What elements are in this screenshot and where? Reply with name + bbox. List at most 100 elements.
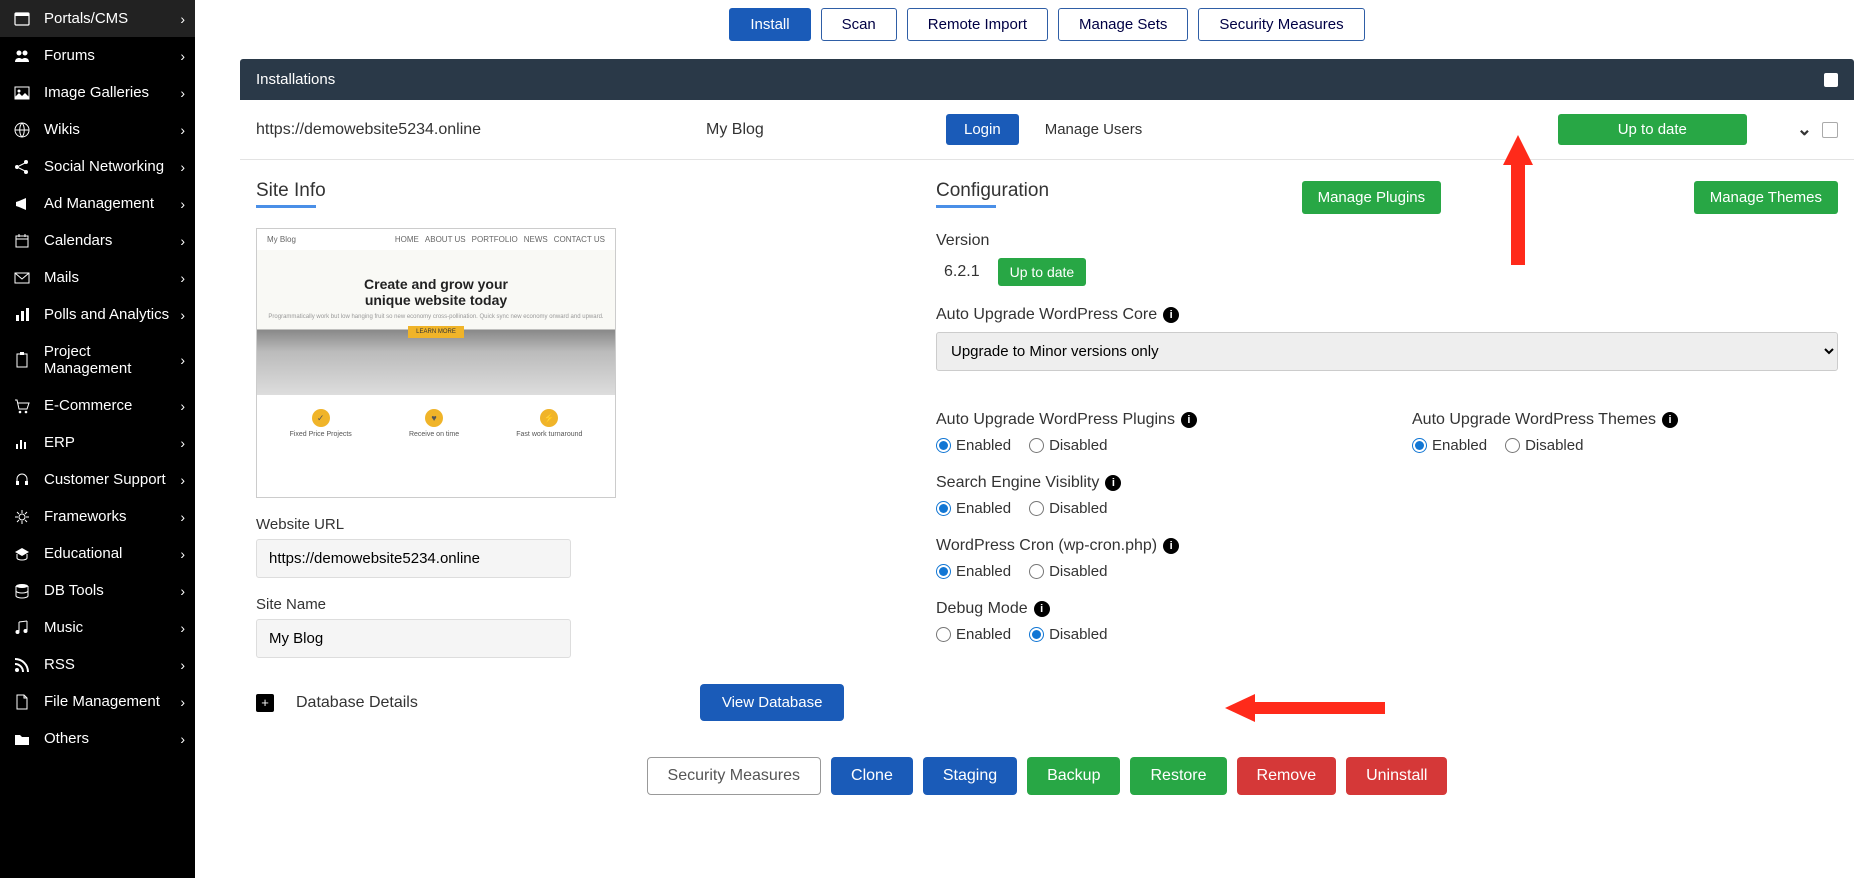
manage-users-link[interactable]: Manage Users — [1045, 121, 1143, 138]
auto-upgrade-themes-label: Auto Upgrade WordPress Themes — [1412, 411, 1656, 429]
users-icon — [14, 48, 34, 64]
sidebar-item-db-tools[interactable]: DB Tools › — [0, 572, 195, 609]
site-preview-thumbnail[interactable]: My Blog HOME ABOUT US PORTFOLIO NEWS CON… — [256, 228, 616, 498]
portal-icon — [14, 11, 34, 27]
sidebar-item-ecommerce[interactable]: E-Commerce › — [0, 387, 195, 424]
auto-upgrade-core-select[interactable]: Upgrade to Minor versions only — [936, 332, 1838, 371]
sidebar-item-ad-management[interactable]: Ad Management › — [0, 185, 195, 222]
chevron-right-icon: › — [180, 657, 185, 673]
security-measures-button[interactable]: Security Measures — [647, 757, 822, 795]
sidebar-item-file-management[interactable]: File Management › — [0, 683, 195, 720]
chevron-right-icon: › — [180, 307, 185, 323]
preview-brand: My Blog — [267, 235, 296, 244]
sidebar-label: File Management — [44, 693, 160, 710]
version-number: 6.2.1 — [936, 258, 988, 286]
sidebar-label: Calendars — [44, 232, 112, 249]
tab-install[interactable]: Install — [729, 8, 810, 41]
chevron-right-icon: › — [180, 196, 185, 212]
site-name-label: Site Name — [256, 596, 896, 613]
action-buttons-row: Security Measures Clone Staging Backup R… — [240, 757, 1854, 795]
tab-remote-import[interactable]: Remote Import — [907, 8, 1048, 41]
sidebar-item-frameworks[interactable]: Frameworks › — [0, 498, 195, 535]
tab-manage-sets[interactable]: Manage Sets — [1058, 8, 1188, 41]
themes-enabled-radio[interactable]: Enabled — [1412, 437, 1487, 454]
chevron-right-icon: › — [180, 472, 185, 488]
chevron-right-icon: › — [180, 694, 185, 710]
remove-button[interactable]: Remove — [1237, 757, 1337, 795]
database-details-label[interactable]: Database Details — [296, 694, 418, 712]
share-icon — [14, 159, 34, 175]
sidebar-item-rss[interactable]: RSS › — [0, 646, 195, 683]
login-button[interactable]: Login — [946, 114, 1019, 145]
sidebar-item-mails[interactable]: Mails › — [0, 259, 195, 296]
manage-themes-button[interactable]: Manage Themes — [1694, 181, 1838, 214]
chevron-right-icon: › — [180, 85, 185, 101]
info-icon[interactable]: i — [1163, 538, 1179, 554]
status-badge: Up to date — [1558, 114, 1747, 145]
debug-disabled-radio[interactable]: Disabled — [1029, 626, 1107, 643]
graduation-icon — [14, 546, 34, 562]
info-icon[interactable]: i — [1163, 307, 1179, 323]
view-database-button[interactable]: View Database — [700, 684, 845, 721]
sidebar-label: Others — [44, 730, 89, 747]
info-icon[interactable]: i — [1034, 601, 1050, 617]
info-icon[interactable]: i — [1181, 412, 1197, 428]
restore-button[interactable]: Restore — [1130, 757, 1226, 795]
search-visibility-label: Search Engine Visiblity — [936, 474, 1099, 492]
database-icon — [14, 583, 34, 599]
sidebar-label: Wikis — [44, 121, 80, 138]
tab-scan[interactable]: Scan — [821, 8, 897, 41]
tab-security-measures[interactable]: Security Measures — [1198, 8, 1364, 41]
site-name-input[interactable] — [256, 619, 571, 658]
sidebar-item-calendars[interactable]: Calendars › — [0, 222, 195, 259]
search-enabled-radio[interactable]: Enabled — [936, 500, 1011, 517]
website-url-label: Website URL — [256, 516, 896, 533]
panel-title: Installations — [256, 71, 335, 88]
chevron-right-icon: › — [180, 11, 185, 27]
chevron-right-icon: › — [180, 159, 185, 175]
sidebar-item-music[interactable]: Music › — [0, 609, 195, 646]
debug-enabled-radio[interactable]: Enabled — [936, 626, 1011, 643]
sidebar-item-educational[interactable]: Educational › — [0, 535, 195, 572]
sidebar-item-wikis[interactable]: Wikis › — [0, 111, 195, 148]
sidebar-label: DB Tools — [44, 582, 104, 599]
search-disabled-radio[interactable]: Disabled — [1029, 500, 1107, 517]
folder-icon — [14, 731, 34, 747]
sidebar-item-customer-support[interactable]: Customer Support › — [0, 461, 195, 498]
chevron-down-icon[interactable]: ⌄ — [1797, 119, 1812, 140]
sidebar-item-project-management[interactable]: Project Management › — [0, 333, 195, 387]
staging-button[interactable]: Staging — [923, 757, 1017, 795]
version-status-badge: Up to date — [998, 258, 1087, 286]
select-all-checkbox[interactable] — [1824, 73, 1838, 87]
headset-icon — [14, 472, 34, 488]
installation-row: https://demowebsite5234.online My Blog L… — [240, 100, 1854, 160]
themes-disabled-radio[interactable]: Disabled — [1505, 437, 1583, 454]
cron-disabled-radio[interactable]: Disabled — [1029, 563, 1107, 580]
expand-icon[interactable]: + — [256, 694, 274, 712]
manage-plugins-button[interactable]: Manage Plugins — [1302, 181, 1442, 214]
clone-button[interactable]: Clone — [831, 757, 913, 795]
plugins-disabled-radio[interactable]: Disabled — [1029, 437, 1107, 454]
install-url[interactable]: https://demowebsite5234.online — [256, 121, 686, 139]
sidebar-item-others[interactable]: Others › — [0, 720, 195, 757]
sidebar-item-image-galleries[interactable]: Image Galleries › — [0, 74, 195, 111]
sidebar-item-social-networking[interactable]: Social Networking › — [0, 148, 195, 185]
sidebar-label: E-Commerce — [44, 397, 132, 414]
gear-icon — [14, 509, 34, 525]
row-checkbox[interactable] — [1822, 122, 1838, 138]
uninstall-button[interactable]: Uninstall — [1346, 757, 1447, 795]
website-url-input[interactable] — [256, 539, 571, 578]
sidebar-item-forums[interactable]: Forums › — [0, 37, 195, 74]
backup-button[interactable]: Backup — [1027, 757, 1120, 795]
clipboard-icon — [14, 352, 34, 368]
info-icon[interactable]: i — [1105, 475, 1121, 491]
cart-icon — [14, 398, 34, 414]
megaphone-icon — [14, 196, 34, 212]
sidebar-item-polls-analytics[interactable]: Polls and Analytics › — [0, 296, 195, 333]
info-icon[interactable]: i — [1662, 412, 1678, 428]
cron-enabled-radio[interactable]: Enabled — [936, 563, 1011, 580]
plugins-enabled-radio[interactable]: Enabled — [936, 437, 1011, 454]
sidebar-item-portals-cms[interactable]: Portals/CMS › — [0, 0, 195, 37]
rss-icon — [14, 657, 34, 673]
sidebar-item-erp[interactable]: ERP › — [0, 424, 195, 461]
